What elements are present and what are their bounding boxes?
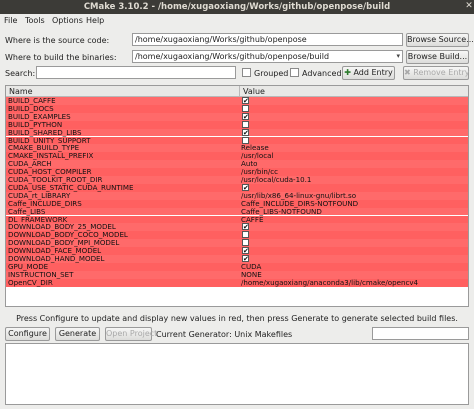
binaries-combo[interactable]: /home/xugaoxiang/Works/github/openpose/b…	[132, 50, 403, 63]
plus-icon: ✚	[344, 68, 351, 77]
table-row[interactable]: BUILD_DOCS	[6, 104, 468, 113]
source-input[interactable]: /home/xugaoxiang/Works/github/openpose	[132, 33, 403, 46]
table-row[interactable]: OpenCV_DIR/home/xugaoxiang/anaconda3/lib…	[6, 277, 468, 287]
status-message: Press Configure to update and display ne…	[16, 314, 458, 323]
menu-bar: File Tools Options Help	[0, 14, 474, 27]
check-icon[interactable]: ✔	[242, 223, 249, 231]
remove-entry-label: Remove Entry	[413, 68, 470, 77]
value-checkbox[interactable]	[242, 120, 249, 128]
row-value[interactable]: CAFFE	[241, 215, 263, 224]
browse-build-button[interactable]: Browse Build...	[406, 50, 469, 64]
column-divider	[239, 86, 240, 97]
generate-button[interactable]: Generate	[55, 327, 100, 341]
add-entry-button[interactable]: ✚ Add Entry	[342, 66, 395, 80]
table-row[interactable]: BUILD_CAFFE ✔	[6, 96, 468, 105]
cache-table[interactable]: Name Value BUILD_CAFFE ✔ BUILD_DOCS BUILD_E…	[5, 85, 469, 307]
check-icon[interactable]: ✔	[242, 112, 249, 120]
binaries-label: Where to build the binaries:	[5, 53, 117, 62]
grouped-checkbox[interactable]	[242, 68, 251, 77]
output-search-input[interactable]	[372, 327, 469, 340]
table-row[interactable]: CUDA_USE_STATIC_CUDA_RUNTIME ✔	[6, 183, 468, 192]
advanced-label: Advanced	[302, 69, 342, 78]
table-row[interactable]: DOWNLOAD_HAND_MODEL ✔	[6, 254, 468, 263]
menu-tools[interactable]: Tools	[25, 16, 45, 25]
title-bar: CMake 3.10.2 - /home/xugaoxiang/Works/gi…	[0, 0, 474, 14]
column-header-value[interactable]: Value	[243, 87, 265, 96]
source-label: Where is the source code:	[5, 36, 110, 45]
table-header: Name Value	[6, 86, 468, 97]
add-entry-label: Add Entry	[353, 68, 393, 77]
output-log[interactable]	[5, 343, 469, 405]
value-checkbox[interactable]	[242, 239, 249, 247]
table-row[interactable]: Caffe_LIBS Caffe_LIBS-NOTFOUND	[6, 207, 468, 216]
table-row[interactable]: CMAKE_INSTALL_PREFIX/usr/local	[6, 151, 468, 160]
row-name: OpenCV_DIR	[8, 277, 53, 287]
close-icon[interactable]: ✕	[464, 1, 474, 13]
configure-button[interactable]: Configure	[5, 327, 50, 341]
binaries-value: /home/xugaoxiang/Works/github/openpose/b…	[135, 52, 330, 61]
value-checkbox[interactable]	[242, 104, 249, 112]
search-label: Search:	[5, 69, 36, 78]
check-icon[interactable]: ✔	[242, 97, 249, 105]
table-row[interactable]: Caffe_INCLUDE_DIRS Caffe_INCLUDE_DIRS-NOT…	[6, 199, 468, 208]
menu-options[interactable]: Options	[52, 16, 83, 25]
window-title: CMake 3.10.2 - /home/xugaoxiang/Works/gi…	[83, 2, 391, 12]
menu-file[interactable]: File	[4, 16, 17, 25]
row-value[interactable]: /home/xugaoxiang/anaconda3/lib/cmake/ope…	[241, 278, 418, 287]
remove-entry-button[interactable]: ✖ Remove Entry	[403, 66, 470, 80]
chevron-down-icon[interactable]: ▾	[396, 52, 400, 60]
check-icon[interactable]: ✔	[242, 128, 249, 136]
advanced-checkbox[interactable]	[290, 68, 299, 77]
value-checkbox[interactable]	[242, 231, 249, 239]
grouped-label: Grouped	[254, 69, 289, 78]
search-input[interactable]	[36, 66, 236, 79]
menu-help[interactable]: Help	[86, 16, 104, 25]
table-row[interactable]: GPU_MODE CUDA	[6, 262, 468, 271]
open-project-button[interactable]: Open Project	[105, 327, 157, 341]
minus-icon: ✖	[404, 68, 411, 77]
table-row[interactable]: BUILD_EXAMPLES ✔	[6, 112, 468, 121]
check-icon[interactable]: ✔	[242, 247, 249, 255]
column-header-name[interactable]: Name	[9, 87, 33, 96]
current-generator: Current Generator: Unix Makefiles	[156, 330, 293, 339]
browse-source-button[interactable]: Browse Source...	[406, 33, 474, 47]
row-value[interactable]: /usr/local/cuda-10.1	[241, 175, 311, 184]
